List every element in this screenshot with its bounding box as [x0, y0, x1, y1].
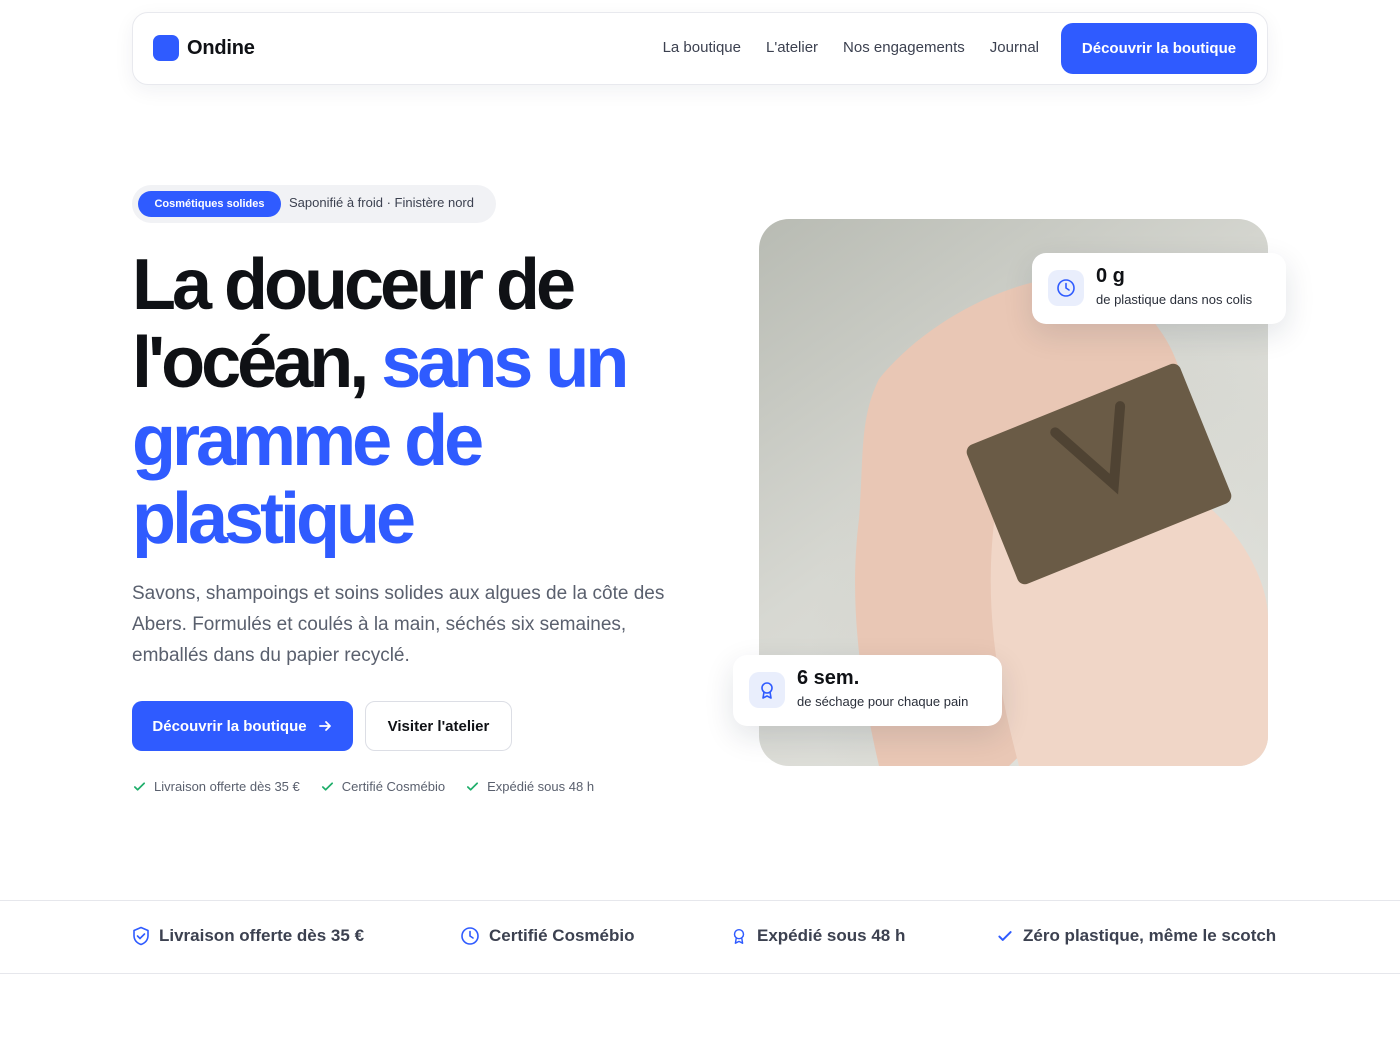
strip-item-shipping: Expédié sous 48 h — [730, 926, 905, 946]
check-icon — [467, 782, 479, 791]
brand-name: Ondine — [187, 36, 255, 59]
check-icon — [321, 782, 333, 791]
stat-card-drying: 6 sem. de séchage pour chaque pain — [733, 655, 1002, 726]
discover-shop-button[interactable]: Découvrir la boutique — [132, 701, 353, 751]
nav-links: La boutique L'atelier Nos engagements Jo… — [663, 39, 1039, 56]
check-label: Certifié Cosmébio — [341, 779, 446, 794]
stat-value: 0 g — [1096, 265, 1125, 287]
stat-label: de plastique dans nos colis — [1096, 292, 1253, 307]
brand-logo[interactable]: Ondine — [153, 35, 255, 61]
award-icon — [761, 682, 773, 699]
badge-text: Saponifié à froid · Finistère nord — [289, 195, 474, 210]
discover-shop-label: Découvrir la boutique — [152, 717, 307, 735]
check-label: Livraison offerte dès 35 € — [154, 779, 300, 794]
visit-workshop-button[interactable]: Visiter l'atelier — [365, 701, 512, 751]
stat-card-plastic: 0 g de plastique dans nos colis — [1032, 253, 1286, 324]
nav-link-engagements[interactable]: Nos engagements — [843, 39, 965, 56]
clock-icon — [1057, 279, 1075, 297]
arrow-right-icon — [318, 721, 331, 731]
badge-pill: Cosmétiques solides — [138, 191, 281, 217]
top-navigation: Ondine La boutique L'atelier Nos engagem… — [132, 12, 1268, 85]
check-item: Expédié sous 48 h — [465, 779, 594, 794]
strip-item-zero-plastic: Zéro plastique, même le scotch — [996, 926, 1276, 946]
nav-link-journal[interactable]: Journal — [990, 39, 1039, 56]
strip-label: Expédié sous 48 h — [757, 926, 906, 945]
strip-label: Zéro plastique, même le scotch — [1023, 926, 1277, 945]
shield-check-icon — [133, 926, 149, 946]
stat-icon-box — [749, 672, 785, 708]
stat-value: 6 sem. — [797, 667, 860, 689]
clock-icon — [461, 927, 479, 945]
hero-checks: Livraison offerte dès 35 € Certifié Cosm… — [132, 779, 594, 794]
check-item: Certifié Cosmébio — [320, 779, 445, 794]
brand-mark-icon — [153, 35, 179, 61]
nav-link-boutique[interactable]: La boutique — [663, 39, 741, 56]
nav-link-atelier[interactable]: L'atelier — [766, 39, 818, 56]
strip-label: Certifié Cosmébio — [489, 926, 635, 945]
check-label: Expédié sous 48 h — [487, 779, 595, 794]
reassurance-strip: Livraison offerte dès 35 € Certifié Cosm… — [0, 900, 1400, 974]
hero-description: Savons, shampoings et soins solides aux … — [132, 583, 665, 666]
strip-label: Livraison offerte dès 35 € — [159, 926, 365, 945]
strip-item-delivery: Livraison offerte dès 35 € — [132, 926, 364, 946]
award-icon — [733, 928, 745, 944]
check-icon — [133, 782, 146, 791]
stat-label: de séchage pour chaque pain — [797, 694, 969, 709]
nav-cta-button[interactable]: Découvrir la boutique — [1061, 23, 1257, 74]
strip-item-certified: Certifié Cosmébio — [460, 926, 634, 946]
check-item: Livraison offerte dès 35 € — [132, 779, 300, 794]
check-icon — [998, 931, 1012, 941]
hero-badge: Cosmétiques solides Saponifié à froid · … — [132, 185, 496, 223]
hero-headline: La douceur de l'océan, sans un gramme de… — [132, 246, 692, 558]
stat-icon-box — [1048, 270, 1084, 306]
